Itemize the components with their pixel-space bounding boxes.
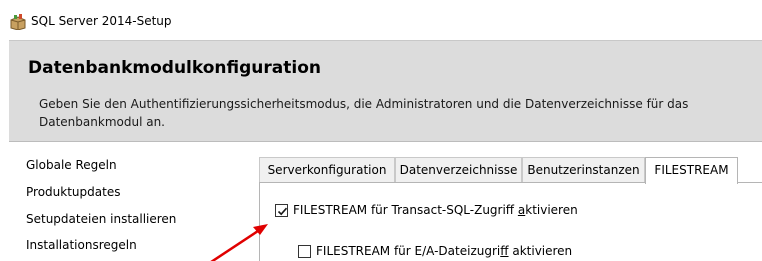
tab-datenverzeichnisse[interactable]: Datenverzeichnisse xyxy=(395,157,522,183)
sidebar-item-installationsregeln[interactable]: Installationsregeln xyxy=(26,238,137,252)
sql-setup-box-icon xyxy=(10,14,26,30)
sidebar-item-setupdateien[interactable]: Setupdateien installieren xyxy=(26,212,176,226)
checkbox-unchecked-icon[interactable] xyxy=(298,245,311,258)
title-bar: SQL Server 2014-Setup xyxy=(0,0,762,38)
page-description: Geben Sie den Authentifizierungssicherhe… xyxy=(39,97,689,129)
sidebar-item-globale-regeln[interactable]: Globale Regeln xyxy=(26,158,117,172)
window-title: SQL Server 2014-Setup xyxy=(31,14,172,28)
tab-benutzerinstanzen[interactable]: Benutzerinstanzen xyxy=(522,157,645,183)
checkbox-checked-icon[interactable] xyxy=(275,204,288,217)
filestream-io-label: FILESTREAM für E/A-Dateizugriff aktivier… xyxy=(316,244,573,258)
header-divider xyxy=(9,141,762,142)
filestream-tsql-label: FILESTREAM für Transact-SQL-Zugriff akti… xyxy=(293,203,578,217)
tab-serverkonfiguration[interactable]: Serverkonfiguration xyxy=(259,157,395,183)
tab-filestream[interactable]: FILESTREAM xyxy=(645,157,738,184)
filestream-panel: FILESTREAM für Transact-SQL-Zugriff akti… xyxy=(259,183,762,261)
sidebar-item-produktupdates[interactable]: Produktupdates xyxy=(26,185,120,199)
checkmark-icon xyxy=(277,207,288,216)
page-title: Datenbankmodulkonfiguration xyxy=(28,58,321,78)
